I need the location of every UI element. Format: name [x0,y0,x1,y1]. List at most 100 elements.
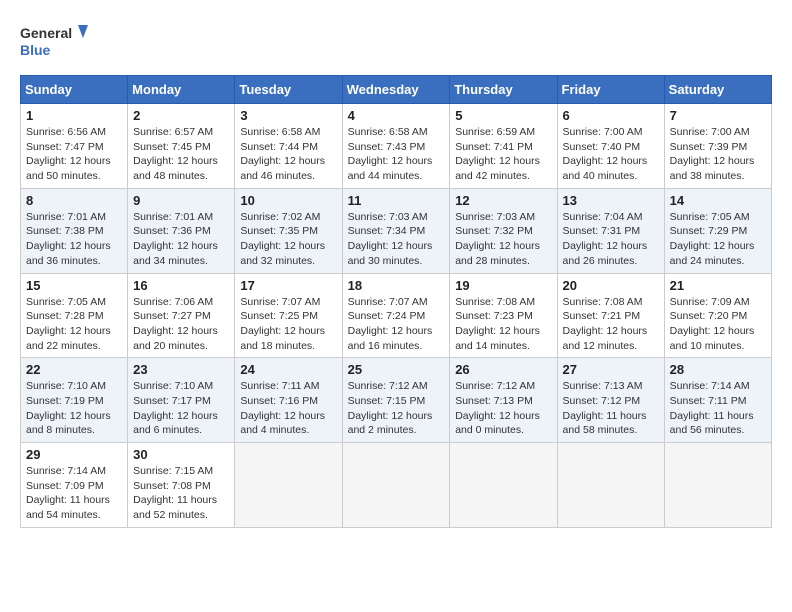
day-info: Sunrise: 7:07 AMSunset: 7:24 PMDaylight:… [348,296,433,352]
day-info: Sunrise: 7:07 AMSunset: 7:25 PMDaylight:… [240,296,325,352]
day-info: Sunrise: 7:04 AMSunset: 7:31 PMDaylight:… [563,211,648,267]
calendar-row: 22 Sunrise: 7:10 AMSunset: 7:19 PMDaylig… [21,358,772,443]
calendar-cell: 30 Sunrise: 7:15 AMSunset: 7:08 PMDaylig… [128,443,235,528]
logo-svg: General Blue [20,20,90,65]
day-info: Sunrise: 7:10 AMSunset: 7:17 PMDaylight:… [133,380,218,436]
day-info: Sunrise: 7:10 AMSunset: 7:19 PMDaylight:… [26,380,111,436]
calendar-row: 29 Sunrise: 7:14 AMSunset: 7:09 PMDaylig… [21,443,772,528]
day-info: Sunrise: 7:05 AMSunset: 7:29 PMDaylight:… [670,211,755,267]
day-number: 21 [670,278,766,293]
day-number: 23 [133,362,229,377]
calendar-cell: 16 Sunrise: 7:06 AMSunset: 7:27 PMDaylig… [128,273,235,358]
day-info: Sunrise: 7:08 AMSunset: 7:23 PMDaylight:… [455,296,540,352]
day-info: Sunrise: 7:06 AMSunset: 7:27 PMDaylight:… [133,296,218,352]
calendar-cell: 11 Sunrise: 7:03 AMSunset: 7:34 PMDaylig… [342,188,450,273]
day-number: 27 [563,362,659,377]
calendar-cell: 1 Sunrise: 6:56 AMSunset: 7:47 PMDayligh… [21,104,128,189]
day-number: 5 [455,108,551,123]
calendar-cell: 13 Sunrise: 7:04 AMSunset: 7:31 PMDaylig… [557,188,664,273]
day-info: Sunrise: 7:01 AMSunset: 7:36 PMDaylight:… [133,211,218,267]
day-info: Sunrise: 7:12 AMSunset: 7:13 PMDaylight:… [455,380,540,436]
calendar-cell: 17 Sunrise: 7:07 AMSunset: 7:25 PMDaylig… [235,273,342,358]
calendar-cell: 24 Sunrise: 7:11 AMSunset: 7:16 PMDaylig… [235,358,342,443]
calendar-cell: 4 Sunrise: 6:58 AMSunset: 7:43 PMDayligh… [342,104,450,189]
day-info: Sunrise: 7:14 AMSunset: 7:09 PMDaylight:… [26,465,110,521]
day-number: 19 [455,278,551,293]
day-number: 26 [455,362,551,377]
calendar-row: 8 Sunrise: 7:01 AMSunset: 7:38 PMDayligh… [21,188,772,273]
day-info: Sunrise: 7:14 AMSunset: 7:11 PMDaylight:… [670,380,754,436]
calendar-cell: 26 Sunrise: 7:12 AMSunset: 7:13 PMDaylig… [450,358,557,443]
day-info: Sunrise: 6:56 AMSunset: 7:47 PMDaylight:… [26,126,111,182]
day-info: Sunrise: 7:00 AMSunset: 7:39 PMDaylight:… [670,126,755,182]
calendar-cell: 2 Sunrise: 6:57 AMSunset: 7:45 PMDayligh… [128,104,235,189]
column-header-sunday: Sunday [21,76,128,104]
day-number: 11 [348,193,445,208]
calendar-cell [557,443,664,528]
day-number: 7 [670,108,766,123]
day-number: 8 [26,193,122,208]
calendar-cell [342,443,450,528]
day-info: Sunrise: 7:03 AMSunset: 7:34 PMDaylight:… [348,211,433,267]
day-number: 1 [26,108,122,123]
day-number: 12 [455,193,551,208]
calendar-cell: 25 Sunrise: 7:12 AMSunset: 7:15 PMDaylig… [342,358,450,443]
day-number: 25 [348,362,445,377]
calendar-cell: 18 Sunrise: 7:07 AMSunset: 7:24 PMDaylig… [342,273,450,358]
day-info: Sunrise: 7:09 AMSunset: 7:20 PMDaylight:… [670,296,755,352]
calendar-cell: 10 Sunrise: 7:02 AMSunset: 7:35 PMDaylig… [235,188,342,273]
column-header-thursday: Thursday [450,76,557,104]
calendar-cell: 20 Sunrise: 7:08 AMSunset: 7:21 PMDaylig… [557,273,664,358]
day-number: 15 [26,278,122,293]
calendar-cell [235,443,342,528]
day-info: Sunrise: 7:12 AMSunset: 7:15 PMDaylight:… [348,380,433,436]
calendar-row: 15 Sunrise: 7:05 AMSunset: 7:28 PMDaylig… [21,273,772,358]
day-info: Sunrise: 7:08 AMSunset: 7:21 PMDaylight:… [563,296,648,352]
calendar-cell: 19 Sunrise: 7:08 AMSunset: 7:23 PMDaylig… [450,273,557,358]
calendar-cell: 5 Sunrise: 6:59 AMSunset: 7:41 PMDayligh… [450,104,557,189]
day-info: Sunrise: 6:59 AMSunset: 7:41 PMDaylight:… [455,126,540,182]
day-number: 17 [240,278,336,293]
calendar-table: SundayMondayTuesdayWednesdayThursdayFrid… [20,75,772,528]
day-number: 22 [26,362,122,377]
column-header-saturday: Saturday [664,76,771,104]
header-row: SundayMondayTuesdayWednesdayThursdayFrid… [21,76,772,104]
calendar-cell: 23 Sunrise: 7:10 AMSunset: 7:17 PMDaylig… [128,358,235,443]
day-info: Sunrise: 7:15 AMSunset: 7:08 PMDaylight:… [133,465,217,521]
day-number: 14 [670,193,766,208]
day-info: Sunrise: 7:11 AMSunset: 7:16 PMDaylight:… [240,380,325,436]
day-info: Sunrise: 6:58 AMSunset: 7:43 PMDaylight:… [348,126,433,182]
day-info: Sunrise: 6:57 AMSunset: 7:45 PMDaylight:… [133,126,218,182]
page-header: General Blue [20,20,772,65]
calendar-cell: 22 Sunrise: 7:10 AMSunset: 7:19 PMDaylig… [21,358,128,443]
calendar-cell: 8 Sunrise: 7:01 AMSunset: 7:38 PMDayligh… [21,188,128,273]
day-info: Sunrise: 7:13 AMSunset: 7:12 PMDaylight:… [563,380,647,436]
column-header-friday: Friday [557,76,664,104]
day-number: 20 [563,278,659,293]
day-number: 29 [26,447,122,462]
day-number: 6 [563,108,659,123]
day-number: 13 [563,193,659,208]
day-number: 18 [348,278,445,293]
day-info: Sunrise: 7:05 AMSunset: 7:28 PMDaylight:… [26,296,111,352]
day-info: Sunrise: 7:00 AMSunset: 7:40 PMDaylight:… [563,126,648,182]
calendar-cell: 14 Sunrise: 7:05 AMSunset: 7:29 PMDaylig… [664,188,771,273]
calendar-cell: 12 Sunrise: 7:03 AMSunset: 7:32 PMDaylig… [450,188,557,273]
calendar-cell: 27 Sunrise: 7:13 AMSunset: 7:12 PMDaylig… [557,358,664,443]
calendar-cell: 7 Sunrise: 7:00 AMSunset: 7:39 PMDayligh… [664,104,771,189]
day-number: 10 [240,193,336,208]
calendar-cell [450,443,557,528]
day-number: 4 [348,108,445,123]
logo: General Blue [20,20,90,65]
day-info: Sunrise: 7:02 AMSunset: 7:35 PMDaylight:… [240,211,325,267]
day-number: 24 [240,362,336,377]
column-header-tuesday: Tuesday [235,76,342,104]
calendar-cell: 3 Sunrise: 6:58 AMSunset: 7:44 PMDayligh… [235,104,342,189]
day-info: Sunrise: 7:01 AMSunset: 7:38 PMDaylight:… [26,211,111,267]
calendar-cell: 6 Sunrise: 7:00 AMSunset: 7:40 PMDayligh… [557,104,664,189]
day-number: 28 [670,362,766,377]
calendar-cell: 29 Sunrise: 7:14 AMSunset: 7:09 PMDaylig… [21,443,128,528]
calendar-cell: 21 Sunrise: 7:09 AMSunset: 7:20 PMDaylig… [664,273,771,358]
calendar-cell: 9 Sunrise: 7:01 AMSunset: 7:36 PMDayligh… [128,188,235,273]
day-info: Sunrise: 6:58 AMSunset: 7:44 PMDaylight:… [240,126,325,182]
